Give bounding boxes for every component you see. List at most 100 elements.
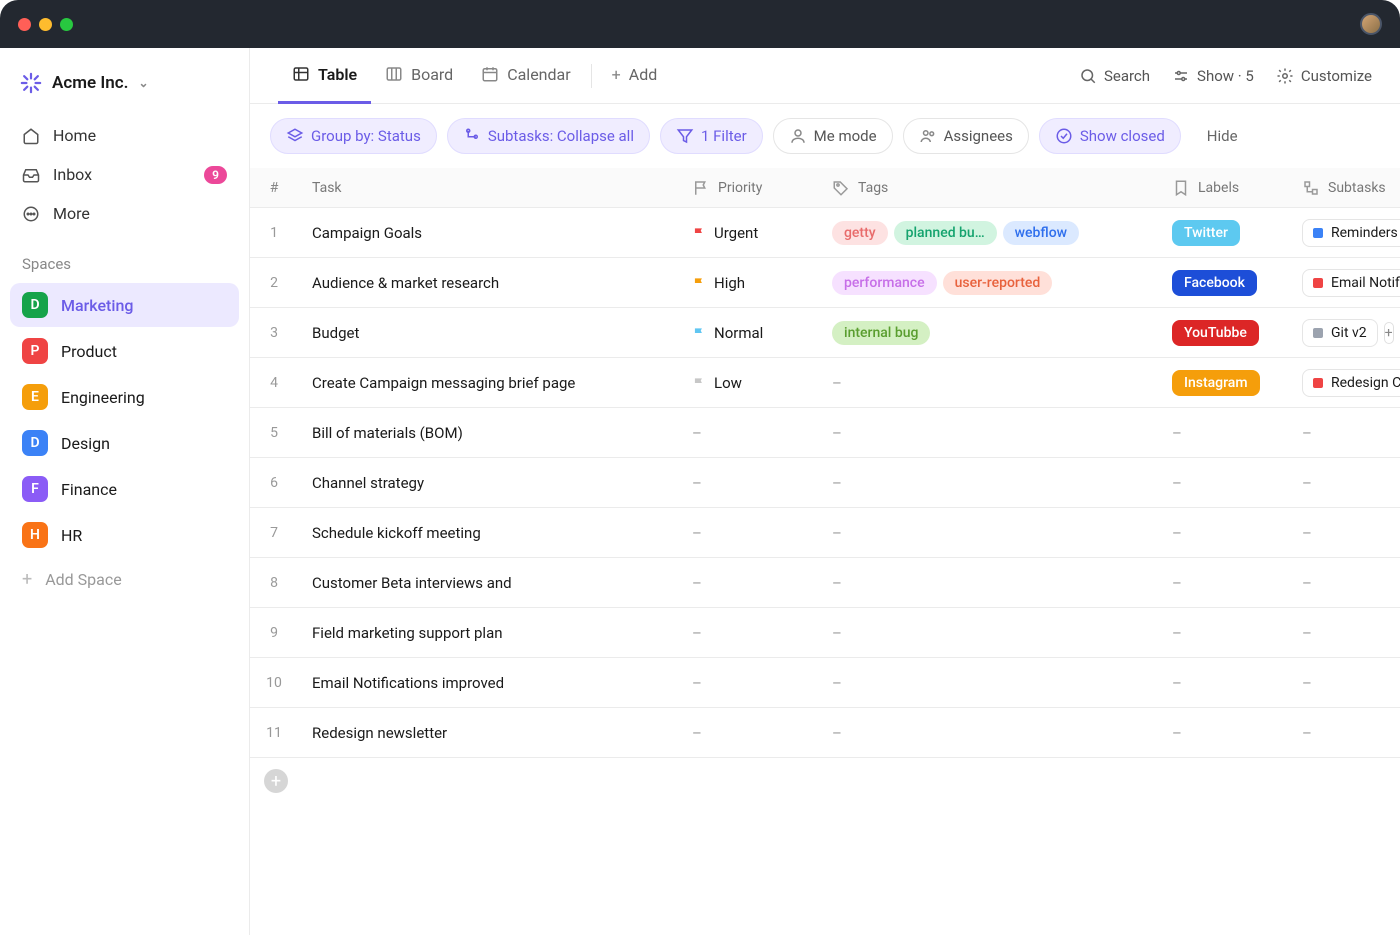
table-row[interactable]: 7 Schedule kickoff meeting – – – – (250, 508, 1400, 558)
subtask-chip[interactable]: Email Notificat (1302, 269, 1400, 297)
table-row[interactable]: 1 Campaign Goals Urgent gettyplanned bu…… (250, 208, 1400, 258)
tags-cell[interactable]: performanceuser-reported (818, 271, 1158, 295)
tags-cell[interactable]: internal bug (818, 321, 1158, 345)
task-name[interactable]: Audience & market research (298, 274, 678, 292)
col-priority[interactable]: Priority (678, 179, 818, 197)
nav-home[interactable]: Home (10, 116, 239, 155)
subtasks-cell[interactable]: – (1288, 424, 1400, 442)
priority-cell[interactable]: Low (678, 374, 818, 392)
customize-button[interactable]: Customize (1276, 67, 1372, 85)
tag-chip[interactable]: planned bu… (894, 221, 997, 245)
space-item-finance[interactable]: FFinance (10, 467, 239, 511)
subtasks-cell[interactable]: – (1288, 574, 1400, 592)
tag-chip[interactable]: user-reported (943, 271, 1053, 295)
task-name[interactable]: Create Campaign messaging brief page (298, 374, 678, 392)
priority-cell[interactable]: – (678, 424, 818, 442)
priority-cell[interactable]: – (678, 574, 818, 592)
tags-cell[interactable]: – (818, 474, 1158, 492)
subtasks-cell[interactable]: – (1288, 724, 1400, 742)
tab-board[interactable]: Board (371, 48, 467, 104)
workspace-switcher[interactable]: Acme Inc. ⌄ (0, 58, 249, 112)
nav-more[interactable]: More (10, 194, 239, 233)
tag-chip[interactable]: internal bug (832, 321, 930, 345)
table-row[interactable]: 2 Audience & market research High perfor… (250, 258, 1400, 308)
space-item-product[interactable]: PProduct (10, 329, 239, 373)
tag-chip[interactable]: performance (832, 271, 937, 295)
task-name[interactable]: Field marketing support plan (298, 624, 678, 642)
space-item-engineering[interactable]: EEngineering (10, 375, 239, 419)
col-number[interactable]: # (250, 180, 298, 196)
tags-cell[interactable]: – (818, 574, 1158, 592)
task-name[interactable]: Budget (298, 324, 678, 342)
filter-me-mode[interactable]: Me mode (773, 118, 893, 154)
subtask-chip[interactable]: Git v2 (1302, 319, 1378, 347)
priority-cell[interactable]: High (678, 274, 818, 292)
subtasks-cell[interactable]: Git v2+ (1288, 319, 1400, 347)
labels-cell[interactable]: – (1158, 524, 1288, 542)
tab-add-view[interactable]: + Add (598, 48, 672, 104)
task-name[interactable]: Redesign newsletter (298, 724, 678, 742)
tags-cell[interactable]: – (818, 674, 1158, 692)
priority-cell[interactable]: – (678, 624, 818, 642)
subtask-chip[interactable]: Reminders for (1302, 219, 1400, 247)
user-avatar[interactable] (1360, 13, 1382, 35)
tag-chip[interactable]: webflow (1003, 221, 1079, 245)
task-name[interactable]: Channel strategy (298, 474, 678, 492)
filter-subtasks[interactable]: Subtasks: Collapse all (447, 118, 650, 154)
table-row[interactable]: 8 Customer Beta interviews and – – – – (250, 558, 1400, 608)
priority-cell[interactable]: Normal (678, 324, 818, 342)
filter-hide[interactable]: Hide (1191, 118, 1254, 154)
filter-show-closed[interactable]: Show closed (1039, 118, 1181, 154)
tags-cell[interactable]: – (818, 424, 1158, 442)
tags-cell[interactable]: – (818, 724, 1158, 742)
table-row[interactable]: 10 Email Notifications improved – – – – (250, 658, 1400, 708)
table-row[interactable]: 6 Channel strategy – – – – (250, 458, 1400, 508)
subtasks-cell[interactable]: Redesign Chro (1288, 369, 1400, 397)
tags-cell[interactable]: gettyplanned bu…webflow (818, 221, 1158, 245)
task-name[interactable]: Customer Beta interviews and (298, 574, 678, 592)
subtasks-cell[interactable]: Email Notificat (1288, 269, 1400, 297)
tags-cell[interactable]: – (818, 624, 1158, 642)
label-chip[interactable]: Facebook (1172, 270, 1257, 296)
filter-assignees[interactable]: Assignees (903, 118, 1029, 154)
subtasks-cell[interactable]: Reminders for (1288, 219, 1400, 247)
space-item-hr[interactable]: HHR (10, 513, 239, 557)
col-task[interactable]: Task (298, 180, 678, 196)
subtasks-cell[interactable]: – (1288, 474, 1400, 492)
subtasks-cell[interactable]: – (1288, 674, 1400, 692)
window-minimize[interactable] (39, 18, 52, 31)
tags-cell[interactable]: – (818, 524, 1158, 542)
labels-cell[interactable]: – (1158, 574, 1288, 592)
subtasks-cell[interactable]: – (1288, 624, 1400, 642)
add-space-button[interactable]: + Add Space (0, 559, 249, 600)
tags-cell[interactable]: – (818, 374, 1158, 392)
task-name[interactable]: Campaign Goals (298, 224, 678, 242)
space-item-design[interactable]: DDesign (10, 421, 239, 465)
task-name[interactable]: Bill of materials (BOM) (298, 424, 678, 442)
table-row[interactable]: 9 Field marketing support plan – – – – (250, 608, 1400, 658)
priority-cell[interactable]: Urgent (678, 224, 818, 242)
priority-cell[interactable]: – (678, 524, 818, 542)
table-row[interactable]: 4 Create Campaign messaging brief page L… (250, 358, 1400, 408)
priority-cell[interactable]: – (678, 674, 818, 692)
subtask-chip[interactable]: Redesign Chro (1302, 369, 1400, 397)
tab-table[interactable]: Table (278, 48, 371, 104)
table-row[interactable]: 5 Bill of materials (BOM) – – – – (250, 408, 1400, 458)
task-name[interactable]: Email Notifications improved (298, 674, 678, 692)
table-row[interactable]: 3 Budget Normal internal bug YouTubbe Gi… (250, 308, 1400, 358)
col-tags[interactable]: Tags (818, 179, 1158, 197)
show-button[interactable]: Show · 5 (1172, 67, 1254, 85)
nav-inbox[interactable]: Inbox 9 (10, 155, 239, 194)
priority-cell[interactable]: – (678, 474, 818, 492)
label-chip[interactable]: Twitter (1172, 220, 1240, 246)
priority-cell[interactable]: – (678, 724, 818, 742)
labels-cell[interactable]: – (1158, 724, 1288, 742)
labels-cell[interactable]: Instagram (1158, 370, 1288, 396)
tag-chip[interactable]: getty (832, 221, 888, 245)
label-chip[interactable]: YouTubbe (1172, 320, 1259, 346)
table-row[interactable]: 11 Redesign newsletter – – – – (250, 708, 1400, 758)
tab-calendar[interactable]: Calendar (467, 48, 584, 104)
labels-cell[interactable]: Twitter (1158, 220, 1288, 246)
label-chip[interactable]: Instagram (1172, 370, 1260, 396)
filter-group-by[interactable]: Group by: Status (270, 118, 437, 154)
